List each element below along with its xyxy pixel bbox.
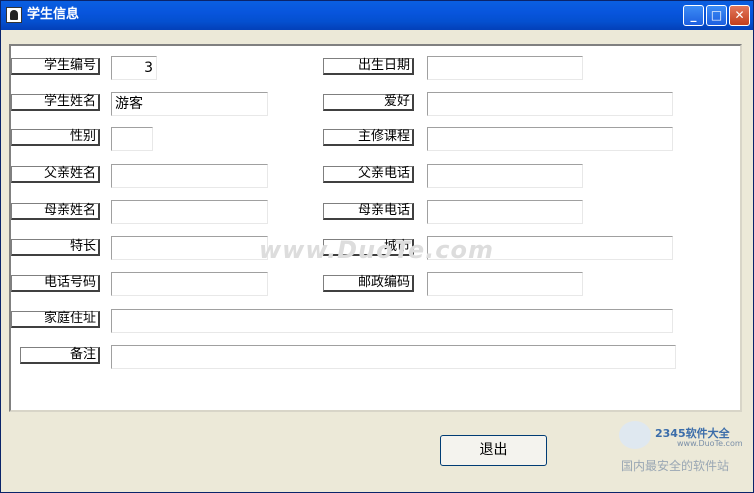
close-icon: ✕ xyxy=(734,8,745,22)
label-postal-code: 邮政编码 xyxy=(323,275,414,292)
label-birth-date: 出生日期 xyxy=(323,58,414,75)
specialty-field[interactable] xyxy=(111,236,268,260)
hobby-field[interactable] xyxy=(427,92,673,116)
label-mother-phone: 母亲电话 xyxy=(323,203,414,220)
title-bar[interactable]: 学生信息 _ □ ✕ xyxy=(1,1,753,30)
label-father-phone: 父亲电话 xyxy=(323,166,414,183)
birth-date-field[interactable] xyxy=(427,56,583,80)
remarks-field[interactable] xyxy=(111,345,676,369)
corner-logo: 2345软件大全 www.DuoTe.com 国内最安全的软件站 xyxy=(617,417,753,477)
maximize-button[interactable]: □ xyxy=(706,5,727,26)
label-hobby: 爱好 xyxy=(323,94,414,111)
phone-field[interactable] xyxy=(111,272,268,296)
minimize-button[interactable]: _ xyxy=(683,5,704,26)
home-address-field[interactable] xyxy=(111,309,673,333)
label-mother-name: 母亲姓名 xyxy=(11,203,100,220)
mother-phone-field[interactable] xyxy=(427,200,583,224)
label-gender: 性别 xyxy=(11,129,100,146)
label-major-courses: 主修课程 xyxy=(323,129,414,146)
label-father-name: 父亲姓名 xyxy=(11,166,100,183)
logo-slogan: 国内最安全的软件站 xyxy=(621,459,730,473)
close-button[interactable]: ✕ xyxy=(729,5,750,26)
app-icon[interactable] xyxy=(6,7,22,23)
student-id-field[interactable]: 3 xyxy=(111,56,157,80)
exit-button[interactable]: 退出 xyxy=(440,435,547,466)
maximize-icon: □ xyxy=(710,8,723,22)
window-title: 学生信息 xyxy=(27,7,80,22)
label-student-name: 学生姓名 xyxy=(11,94,100,111)
label-specialty: 特长 xyxy=(11,239,100,256)
label-student-id: 学生编号 xyxy=(11,58,100,75)
student-name-field[interactable]: 游客 xyxy=(111,92,268,116)
minimize-icon: _ xyxy=(690,8,697,22)
logo-url: www.DuoTe.com xyxy=(677,439,743,448)
watermark: www.DuoTe.com xyxy=(259,236,494,264)
mother-name-field[interactable] xyxy=(111,200,268,224)
father-name-field[interactable] xyxy=(111,164,268,188)
label-phone: 电话号码 xyxy=(11,275,100,292)
postal-code-field[interactable] xyxy=(427,272,583,296)
mascot-icon xyxy=(619,421,651,449)
father-phone-field[interactable] xyxy=(427,164,583,188)
label-home-address: 家庭住址 xyxy=(11,311,100,328)
student-info-window: 学生信息 _ □ ✕ 学生编号 3 学生姓名 游客 性别 父亲姓名 母亲姓名 特… xyxy=(0,0,754,493)
gender-field[interactable] xyxy=(111,127,153,151)
label-remarks: 备注 xyxy=(20,347,100,364)
major-courses-field[interactable] xyxy=(427,127,673,151)
